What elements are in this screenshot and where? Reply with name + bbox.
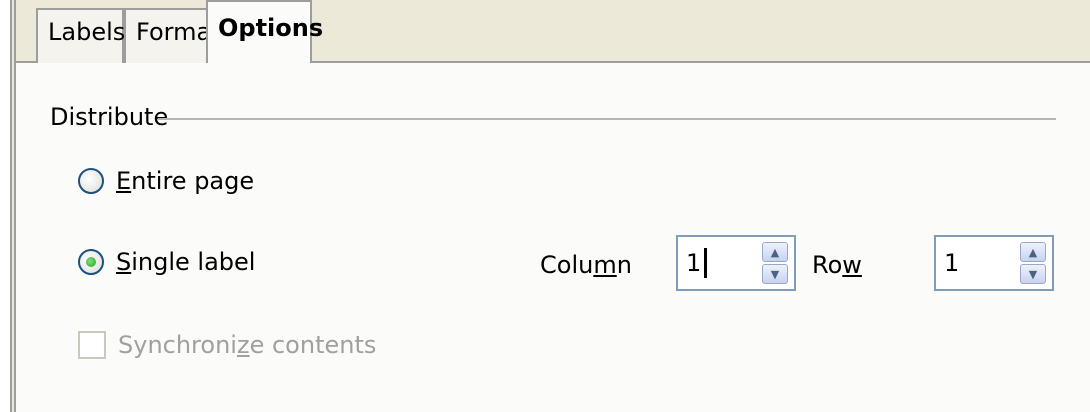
spin-up-icon[interactable]: ▲ bbox=[1020, 242, 1046, 262]
spin-down-icon[interactable]: ▼ bbox=[1020, 264, 1046, 284]
single-label-label: Single label bbox=[116, 248, 256, 276]
synchronize-contents-label: Synchronize contents bbox=[118, 331, 377, 359]
tab-options-label: Options bbox=[218, 14, 324, 42]
spin-down-icon[interactable]: ▼ bbox=[762, 264, 788, 284]
checkbox-icon bbox=[78, 331, 106, 359]
row-spin-buttons: ▲ ▼ bbox=[1020, 242, 1046, 284]
row-label: Row bbox=[812, 251, 862, 279]
text-caret bbox=[704, 248, 708, 278]
single-label-radio[interactable]: Single label bbox=[78, 246, 255, 278]
column-label: Column bbox=[540, 251, 632, 279]
distribute-group-divider bbox=[158, 118, 1056, 120]
spin-up-icon[interactable]: ▲ bbox=[762, 242, 788, 262]
distribute-group-label: Distribute bbox=[50, 103, 169, 131]
tab-labels[interactable]: Labels bbox=[36, 8, 126, 63]
options-panel: Distribute Entire page Single label Sync… bbox=[16, 63, 1090, 412]
column-value: 1 bbox=[686, 249, 702, 277]
tab-format[interactable]: Format bbox=[124, 8, 221, 63]
column-spin-buttons: ▲ ▼ bbox=[762, 242, 788, 284]
radio-dot-icon bbox=[86, 257, 96, 267]
row-value: 1 bbox=[944, 249, 960, 277]
tab-options[interactable]: Options bbox=[206, 0, 323, 65]
radio-selected-icon bbox=[78, 249, 104, 275]
tab-strip: Labels Format Options bbox=[16, 0, 1090, 65]
tab-labels-label: Labels bbox=[48, 18, 126, 46]
row-spinbox[interactable]: 1 ▲ ▼ bbox=[934, 235, 1054, 291]
entire-page-label: Entire page bbox=[116, 167, 255, 195]
radio-unselected-icon bbox=[78, 168, 104, 194]
entire-page-radio[interactable]: Entire page bbox=[78, 165, 254, 197]
column-spinbox[interactable]: 1 ▲ ▼ bbox=[676, 235, 796, 291]
synchronize-contents-checkbox[interactable]: Synchronize contents bbox=[78, 328, 376, 362]
